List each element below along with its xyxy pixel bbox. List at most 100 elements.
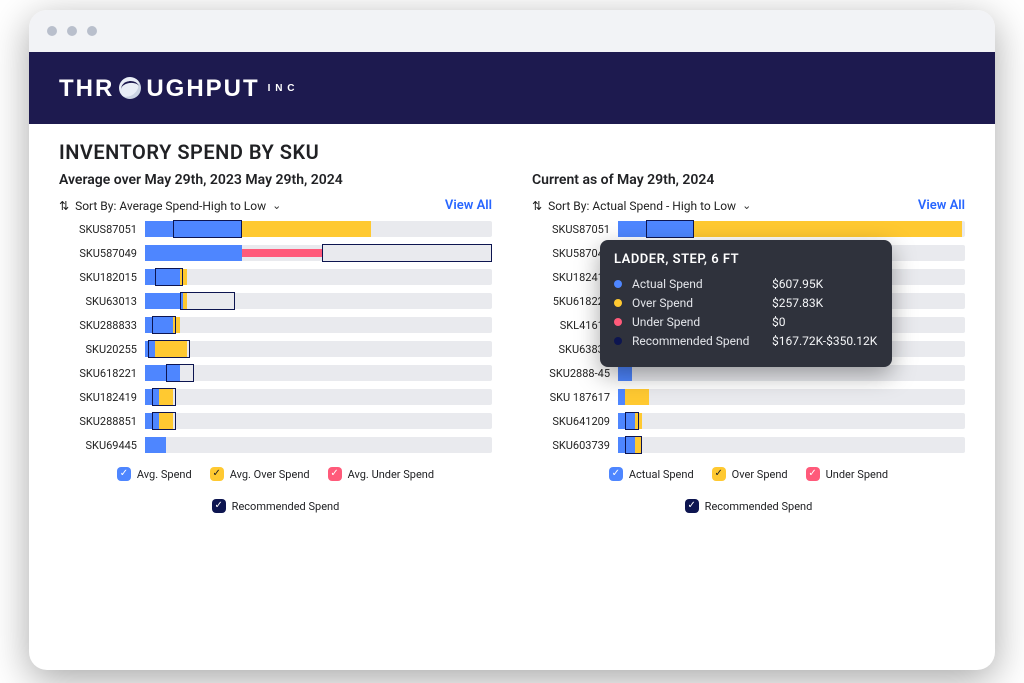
view-all-link[interactable]: View All xyxy=(445,198,492,213)
sku-label: SKU20255 xyxy=(59,343,137,356)
bar-track xyxy=(145,221,492,237)
sku-label: SKU288851 xyxy=(59,415,137,428)
sku-label: SKUS87051 xyxy=(532,223,610,236)
brand-text: THR xyxy=(59,75,114,103)
legend-swatch xyxy=(712,467,726,481)
bar-segment-spend xyxy=(618,365,632,381)
legend-label: Actual Spend xyxy=(629,468,694,481)
brand-bar: THR UGHPUT I N C xyxy=(29,52,995,124)
legend-swatch xyxy=(210,467,224,481)
chart-row[interactable]: SKU603739 xyxy=(532,437,965,453)
chart-row[interactable]: SKU2888-45 xyxy=(532,365,965,381)
bar-track xyxy=(618,365,965,381)
legend-swatch xyxy=(685,499,699,513)
window-dot xyxy=(47,26,57,36)
panel-controls: ⇵ Sort By: Average Spend-High to Low ⌄ V… xyxy=(59,198,492,213)
bar-track xyxy=(145,389,492,405)
legend-label: Over Spend xyxy=(732,468,788,481)
window-dot xyxy=(87,26,97,36)
tooltip-label: Actual Spend xyxy=(632,277,762,291)
chart-row[interactable]: SKU63013 xyxy=(59,293,492,309)
legend-item: Over Spend xyxy=(712,467,788,481)
legend-swatch xyxy=(117,467,131,481)
tooltip-label: Recommended Spend xyxy=(632,334,762,348)
chart-row[interactable]: SKU288851 xyxy=(59,413,492,429)
sku-label: SKU2888-45 xyxy=(532,367,610,380)
legend-swatch xyxy=(212,499,226,513)
chart-row[interactable]: SKU618221 xyxy=(59,365,492,381)
chart-row[interactable]: SKU288833 xyxy=(59,317,492,333)
legend-item: Recommended Spend xyxy=(59,499,492,513)
sku-label: SKU182015 xyxy=(59,271,137,284)
bar-recommended-range xyxy=(180,292,236,310)
bar-segment-over xyxy=(694,221,961,237)
tooltip-value: $0 xyxy=(772,315,786,329)
legend-item: Avg. Spend xyxy=(117,467,192,481)
chart-row[interactable]: SKU 187617 xyxy=(532,389,965,405)
bar-segment-under xyxy=(242,249,322,257)
bar-recommended-range xyxy=(646,220,695,238)
bar-track xyxy=(145,437,492,453)
panel-controls: ⇵ Sort By: Actual Spend - High to Low ⌄ … xyxy=(532,198,965,213)
sort-icon: ⇵ xyxy=(59,199,69,213)
tooltip-label: Under Spend xyxy=(632,315,762,329)
bar-track xyxy=(618,389,965,405)
bar-recommended-range xyxy=(625,412,639,430)
chart-row[interactable]: SKU182419 xyxy=(59,389,492,405)
bar-segment-spend xyxy=(145,437,166,453)
bar-track xyxy=(145,413,492,429)
bar-track xyxy=(145,269,492,285)
tooltip-row: Over Spend$257.83K xyxy=(614,296,878,310)
bar-track xyxy=(618,413,965,429)
legend-item: Actual Spend xyxy=(609,467,694,481)
chart-row[interactable]: SKU20255 xyxy=(59,341,492,357)
view-all-link[interactable]: View All xyxy=(918,198,965,213)
chart-row[interactable]: SKU641209 xyxy=(532,413,965,429)
tooltip-dot-icon xyxy=(614,337,622,345)
chart-row[interactable]: SKU182015 xyxy=(59,269,492,285)
bar-recommended-range xyxy=(152,316,176,334)
sku-label: SKU 187617 xyxy=(532,391,610,404)
sku-label: SKU641209 xyxy=(532,415,610,428)
chart-row[interactable]: SKU587049 xyxy=(59,245,492,261)
sku-label: SKUS87051 xyxy=(59,223,137,236)
brand-suffix-text: I N C xyxy=(268,84,296,93)
sort-dropdown[interactable]: ⇵ Sort By: Actual Spend - High to Low ⌄ xyxy=(532,199,751,213)
sort-icon: ⇵ xyxy=(532,199,542,213)
tooltip-dot-icon xyxy=(614,280,622,288)
chevron-down-icon: ⌄ xyxy=(272,199,281,212)
chart-row[interactable]: SKUS87051 xyxy=(59,221,492,237)
bar-recommended-range xyxy=(148,340,190,358)
app-window: THR UGHPUT I N C INVENTORY SPEND BY SKU … xyxy=(29,10,995,670)
hover-tooltip: LADDER, STEP, 6 FT Actual Spend$607.95K O… xyxy=(600,240,892,367)
brand-suffix: I N C xyxy=(268,84,296,93)
bar-track xyxy=(145,365,492,381)
bar-recommended-range xyxy=(166,364,194,382)
sku-label: SKU288833 xyxy=(59,319,137,332)
tooltip-title: LADDER, STEP, 6 FT xyxy=(614,252,878,267)
legend-item: Avg. Under Spend xyxy=(328,467,435,481)
bar-recommended-range xyxy=(625,436,642,454)
legend: Avg. Spend Avg. Over Spend Avg. Under Sp… xyxy=(59,467,492,513)
tooltip-label: Over Spend xyxy=(632,296,762,310)
sku-label: SKU63013 xyxy=(59,295,137,308)
sku-label: SKU63837 xyxy=(532,343,610,356)
sort-dropdown[interactable]: ⇵ Sort By: Average Spend-High to Low ⌄ xyxy=(59,199,281,213)
panel-subtitle: Average over May 29th, 2023 May 29th, 20… xyxy=(59,172,492,188)
chart-row[interactable]: SKUS87051 xyxy=(532,221,965,237)
bar-segment-over xyxy=(242,221,370,237)
sku-label: SKU618221 xyxy=(59,367,137,380)
tooltip-row: Recommended Spend $167.72K-$350.12K xyxy=(614,334,878,348)
sku-label: 5KU618221 xyxy=(532,295,610,308)
tooltip-row: Actual Spend$607.95K xyxy=(614,277,878,291)
bar-segment-spend xyxy=(618,389,625,405)
tooltip-value: $167.72K-$350.12K xyxy=(772,334,877,348)
legend-label: Avg. Under Spend xyxy=(348,468,435,481)
bar-segment-spend xyxy=(145,245,242,261)
chart-row[interactable]: SKU69445 xyxy=(59,437,492,453)
bar-track xyxy=(145,317,492,333)
sort-label: Sort By: Actual Spend - High to Low xyxy=(548,199,736,213)
sku-label: SKU587049 xyxy=(59,247,137,260)
bar-track xyxy=(145,293,492,309)
bar-track xyxy=(145,341,492,357)
